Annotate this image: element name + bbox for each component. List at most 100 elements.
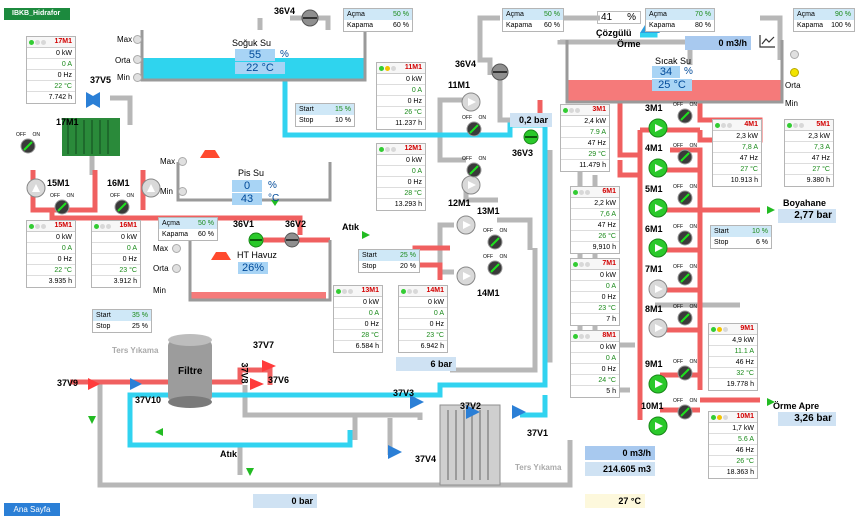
motor-card-11[interactable]: 11M1 0 kW 0 A0 Hz 26 °C 11.237 h <box>376 62 426 130</box>
pis-max-label: Max <box>160 157 176 166</box>
page-title-tab: IBKB_Hidrafor <box>4 8 70 20</box>
orme-apre-label: Örme Apre <box>773 401 820 411</box>
motor-card-header: 5M1 <box>785 120 833 131</box>
status-light-icon <box>569 108 574 113</box>
motor-card-a: 0 A <box>571 281 619 292</box>
motor-card-name: 15M1 <box>54 222 72 229</box>
flow-top-readout: 0 m3/h <box>685 36 751 50</box>
motor-10m1-label: 10M1 <box>641 401 664 411</box>
motor-card-h: 6.942 h <box>420 343 444 350</box>
motor-card-17[interactable]: 17M1 0 kW 0 A0 Hz 22 °C 7.742 h <box>26 36 76 104</box>
status-light-icon <box>793 123 798 128</box>
motor-card-name: 13M1 <box>361 287 379 294</box>
motor-card-a: 0 A <box>377 166 425 177</box>
off-on-switch-8[interactable]: OFF ON <box>673 304 697 328</box>
ht-orta-indicator <box>172 264 181 273</box>
valve-36v1-label: 36V1 <box>233 219 255 229</box>
status-lights <box>29 224 46 229</box>
soguk-max-label: Max <box>117 35 133 44</box>
pressure-6-readout: 6 bar <box>396 357 456 371</box>
control-panel-sicak[interactable]: Açma 70 % Kapama 80 % <box>645 8 715 32</box>
motor-card-13[interactable]: 13M1 0 kW 0 A0 Hz 28 °C 6.584 h <box>333 285 383 353</box>
off-on-switch-14[interactable]: OFF ON <box>483 254 507 278</box>
sicak-su-level: 34 <box>652 66 680 78</box>
status-lights <box>379 147 396 152</box>
motor-card-3[interactable]: 3M1 2,4 kW 7.9 A 47 Hz 29 °C 11.479 h <box>560 104 610 172</box>
status-lights <box>401 289 418 294</box>
start-stop-ht[interactable]: Start 25 % Stop 20 % <box>358 249 420 273</box>
total-volume-readout: 214.605 m3 <box>585 462 655 476</box>
sicak-orta-indicator <box>790 68 799 77</box>
motor-8m1-label: 8M1 <box>645 304 663 314</box>
off-on-switch-16[interactable]: OFF ON <box>110 193 134 217</box>
motor-card-t: 24 °C <box>571 375 619 386</box>
motor-card-header: 11M1 <box>377 63 425 74</box>
motor-card-kw: 1,7 kW <box>709 423 757 434</box>
motor-card-6[interactable]: 6M1 2,2 kW 7,6 A 47 Hz 26 °C 9,910 h <box>570 186 620 254</box>
control-panel-soguk[interactable]: Açma 50 % Kapama 60 % <box>343 8 413 32</box>
off-on-switch-5[interactable]: OFF ON <box>673 184 697 208</box>
motor-card-8[interactable]: 8M1 0 kW 0 A0 Hz 24 °C 5 h <box>570 330 620 398</box>
motor-card-4[interactable]: 4M1 2,3 kW 7,8 A 47 Hz 27 °C 10.913 h <box>712 119 762 187</box>
motor-card-hz: 0 Hz <box>399 319 447 330</box>
knob-icon <box>677 190 693 206</box>
status-light-icon <box>573 334 578 339</box>
off-on-switch-15[interactable]: OFF ON <box>50 193 74 217</box>
off-on-switch-3[interactable]: OFF ON <box>673 102 697 126</box>
status-lights <box>711 415 728 420</box>
motor-card-15[interactable]: 15M1 0 kW 0 A0 Hz 22 °C 3.935 h <box>26 220 76 288</box>
knob-icon <box>677 149 693 165</box>
motor-card-16[interactable]: 16M1 0 kW 0 A0 Hz 23 °C 3.912 h <box>91 220 141 288</box>
pis-su-level-unit: % <box>268 180 277 191</box>
start-stop-boyahane[interactable]: Start 10 % Stop 6 % <box>710 225 772 249</box>
valve-37v8-label: 37V8 <box>239 362 250 384</box>
soguk-max-indicator <box>133 35 142 44</box>
status-lights <box>563 108 580 113</box>
motor-card-kw: 0 kW <box>334 297 382 308</box>
motor-card-name: 14M1 <box>426 287 444 294</box>
start-stop-soguk[interactable]: Start 15 % Stop 10 % <box>295 103 355 127</box>
valve-37v3-label: 37V3 <box>393 388 415 398</box>
motor-card-h: 6.584 h <box>355 343 379 350</box>
status-light-icon <box>727 123 732 128</box>
pressure-0-readout: 0 bar <box>253 494 317 508</box>
motor-card-9[interactable]: 9M1 4,9 kW 11.1 A 46 Hz 32 °C 19.778 h <box>708 323 758 391</box>
control-panel-right[interactable]: Açma 90 % Kapama 100 % <box>793 8 855 32</box>
off-on-switch-6[interactable]: OFF ON <box>673 224 697 248</box>
off-on-switch-9[interactable]: OFF ON <box>673 359 697 383</box>
knob-icon <box>487 260 503 276</box>
off-on-switch-12[interactable]: OFF ON <box>462 156 486 180</box>
motor-card-14[interactable]: 14M1 0 kW 0 A0 Hz 23 °C 6.942 h <box>398 285 448 353</box>
status-light-icon <box>35 224 40 229</box>
motor-card-kw: 0 kW <box>377 155 425 166</box>
off-on-switch-7[interactable]: OFF ON <box>673 264 697 288</box>
ht-orta-label: Orta <box>153 264 169 273</box>
pis-su-temp: 43 <box>232 193 262 205</box>
knob-icon <box>20 138 36 154</box>
motor-card-10[interactable]: 10M1 1,7 kW 5.6 A 46 Hz 26 °C 18.363 h <box>708 411 758 479</box>
valve-36v2-label: 36V2 <box>285 219 307 229</box>
off-on-switch-17[interactable]: OFF ON <box>16 132 40 156</box>
motor-card-12[interactable]: 12M1 0 kW 0 A0 Hz 28 °C 13.293 h <box>376 143 426 211</box>
knob-icon <box>114 199 130 215</box>
off-on-switch-11[interactable]: OFF ON <box>462 115 486 139</box>
valve-37v4-label: 37V4 <box>415 454 437 464</box>
motor-7m1-label: 7M1 <box>645 264 663 274</box>
control-panel-36v4[interactable]: Açma 50 % Kapama 60 % <box>502 8 564 32</box>
motor-card-7[interactable]: 7M1 0 kW 0 A0 Hz 23 °C 7 h <box>570 258 620 326</box>
motor-card-5[interactable]: 5M1 2,3 kW 7,3 A 47 Hz 27 °C 9.380 h <box>784 119 834 187</box>
off-on-switch-10[interactable]: OFF ON <box>673 398 697 422</box>
off-on-switch-13[interactable]: OFF ON <box>483 228 507 252</box>
soguk-orta-label: Orta <box>115 56 131 65</box>
home-button[interactable]: Ana Sayfa <box>4 503 60 516</box>
status-light-icon <box>711 415 716 420</box>
status-lights <box>29 40 46 45</box>
start-stop-filter[interactable]: Start 35 % Stop 25 % <box>92 309 152 333</box>
motor-13m1-label: 13M1 <box>477 206 500 216</box>
status-lights <box>573 262 590 267</box>
motor-card-kw: 0 kW <box>399 297 447 308</box>
control-panel-ht[interactable]: Açma 50 % Kapama 60 % <box>158 217 218 241</box>
motor-card-kw: 0 kW <box>571 342 619 353</box>
motor-card-hz: 0 Hz <box>27 70 75 81</box>
off-on-switch-4[interactable]: OFF ON <box>673 143 697 167</box>
